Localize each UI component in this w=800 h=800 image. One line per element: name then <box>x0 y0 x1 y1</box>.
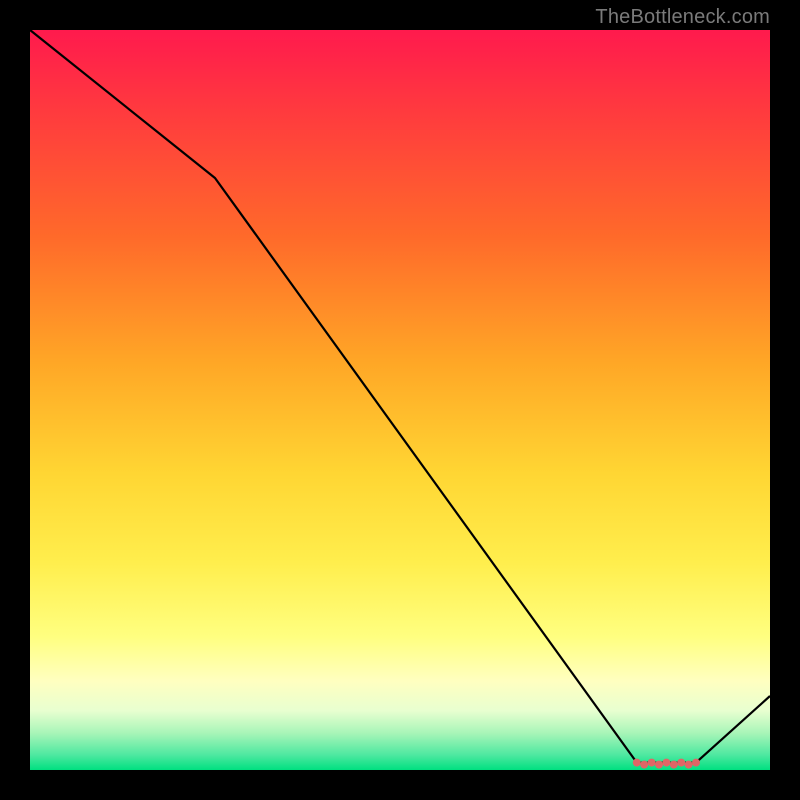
optimal-marker-dot <box>670 761 678 769</box>
optimal-marker-dot <box>640 761 648 769</box>
optimal-marker-dot <box>677 759 685 767</box>
optimal-marker-band <box>633 759 700 769</box>
attribution-text: TheBottleneck.com <box>595 6 770 29</box>
optimal-marker-dot <box>633 759 641 767</box>
optimal-marker-dot <box>648 759 656 767</box>
bottleneck-curve-svg <box>30 30 770 770</box>
optimal-marker-dot <box>692 759 700 767</box>
chart-frame: TheBottleneck.com <box>0 0 800 800</box>
optimal-marker-dot <box>662 759 670 767</box>
optimal-marker-dot <box>655 761 663 769</box>
optimal-marker-dot <box>685 761 693 769</box>
bottleneck-curve-line <box>30 30 770 763</box>
